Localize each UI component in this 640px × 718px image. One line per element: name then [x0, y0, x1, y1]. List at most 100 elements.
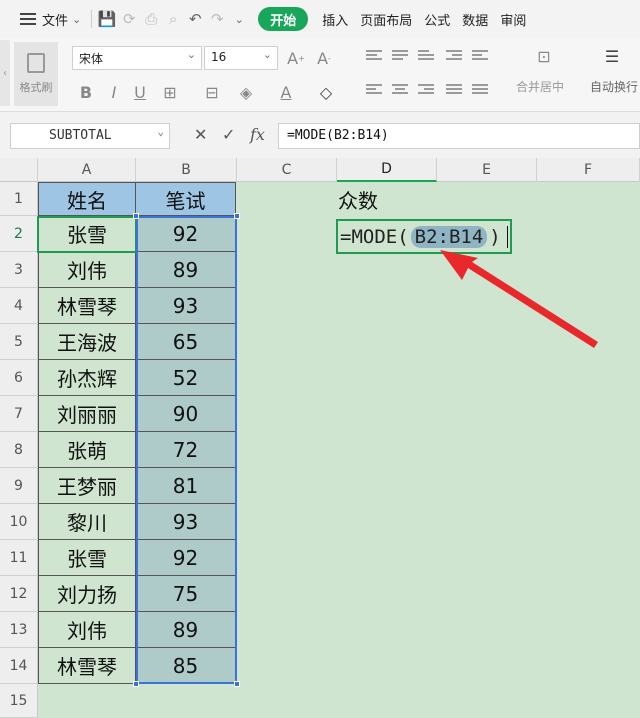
font-color-icon[interactable]: A — [274, 80, 298, 104]
cloud-icon[interactable]: ⟳ — [118, 8, 140, 30]
tab-page-layout[interactable]: 页面布局 — [354, 6, 418, 32]
cell-b1[interactable]: 笔试 — [136, 182, 236, 216]
wrap-text-label[interactable]: 自动换行 — [590, 78, 638, 95]
merge-center-label[interactable]: 合并居中 — [516, 78, 564, 95]
row-header[interactable]: 4 — [0, 288, 38, 324]
row-header[interactable]: 10 — [0, 504, 38, 540]
column-header-d[interactable]: D — [337, 158, 437, 182]
formula-input[interactable]: =MODE(B2:B14) — [278, 123, 640, 149]
column-header-b[interactable]: B — [136, 158, 237, 182]
align-center-icon[interactable] — [392, 84, 408, 98]
cell-d1[interactable]: 众数 — [338, 185, 378, 214]
table-cell-score[interactable]: 93 — [136, 288, 236, 324]
cell-d2-editor[interactable]: =MODE( B2:B14 ) — [336, 219, 512, 254]
column-header-c[interactable]: C — [237, 158, 337, 182]
table-cell-score[interactable]: 85 — [136, 648, 236, 684]
align-top-icon[interactable] — [366, 50, 382, 64]
fill-color-icon[interactable]: ◈ — [234, 80, 258, 104]
row-header[interactable]: 2 — [0, 216, 38, 252]
enter-icon[interactable]: ✓ — [222, 125, 235, 144]
table-cell-score[interactable]: 92 — [136, 216, 236, 252]
font-family-select[interactable]: 宋体 — [72, 46, 202, 70]
align-bottom-icon[interactable] — [418, 50, 434, 64]
row-header[interactable]: 1 — [0, 182, 38, 216]
table-cell-name[interactable]: 林雪琴 — [38, 288, 136, 324]
row-header[interactable]: 15 — [0, 684, 38, 718]
decrease-font-icon[interactable]: A- — [312, 46, 336, 70]
align-left-icon[interactable] — [366, 84, 382, 98]
row-header[interactable]: 12 — [0, 576, 38, 612]
table-cell-score[interactable]: 93 — [136, 504, 236, 540]
wrap-text-icon[interactable]: ☰ — [600, 44, 624, 68]
function-icon[interactable]: fx — [250, 125, 265, 144]
table-cell-name[interactable]: 张萌 — [38, 432, 136, 468]
column-header-a[interactable]: A — [38, 158, 136, 182]
name-box[interactable]: SUBTOTAL — [10, 123, 170, 149]
table-cell-score[interactable]: 89 — [136, 252, 236, 288]
row-header[interactable]: 9 — [0, 468, 38, 504]
file-menu[interactable]: 文件 ⌄ — [14, 6, 87, 32]
table-cell-score[interactable]: 75 — [136, 576, 236, 612]
format-painter-button[interactable]: 格式刷 — [14, 42, 58, 106]
clear-format-icon[interactable]: ◇ — [314, 80, 338, 104]
selection-handle[interactable] — [133, 681, 139, 687]
justify-icon[interactable] — [446, 84, 462, 98]
row-header[interactable]: 8 — [0, 432, 38, 468]
row-header[interactable]: 5 — [0, 324, 38, 360]
outdent-icon[interactable] — [472, 50, 488, 64]
select-all-corner[interactable] — [0, 158, 38, 182]
row-header[interactable]: 13 — [0, 612, 38, 648]
print-icon[interactable]: ⎙ — [140, 8, 162, 30]
distribute-icon[interactable] — [472, 84, 488, 98]
table-cell-name[interactable]: 张雪 — [38, 540, 136, 576]
font-size-select[interactable]: 16 — [204, 46, 278, 70]
tab-formulas[interactable]: 公式 — [418, 6, 456, 32]
column-header-f[interactable]: F — [537, 158, 640, 182]
border-icon[interactable]: ⊞ — [158, 80, 182, 104]
table-cell-score[interactable]: 81 — [136, 468, 236, 504]
align-middle-icon[interactable] — [392, 50, 408, 64]
preview-icon[interactable]: ⌕ — [162, 8, 184, 30]
table-cell-name[interactable]: 刘伟 — [38, 612, 136, 648]
save-icon[interactable]: 💾 — [96, 8, 118, 30]
table-cell-name[interactable]: 林雪琴 — [38, 648, 136, 684]
table-cell-name[interactable]: 孙杰辉 — [38, 360, 136, 396]
column-header-e[interactable]: E — [437, 158, 537, 182]
redo-icon[interactable]: ↷ — [206, 8, 228, 30]
ribbon-scroll-left[interactable]: ‹ — [0, 40, 10, 106]
table-cell-name[interactable]: 刘力扬 — [38, 576, 136, 612]
italic-icon[interactable]: I — [102, 80, 126, 104]
row-header[interactable]: 7 — [0, 396, 38, 432]
row-header[interactable]: 11 — [0, 540, 38, 576]
underline-icon[interactable]: U — [128, 80, 152, 104]
table-cell-name[interactable]: 黎川 — [38, 504, 136, 540]
table-cell-name[interactable]: 刘丽丽 — [38, 396, 136, 432]
selection-handle[interactable] — [234, 681, 240, 687]
align-right-icon[interactable] — [418, 84, 434, 98]
table-cell-name[interactable]: 王海波 — [38, 324, 136, 360]
tab-review[interactable]: 审阅 — [494, 6, 532, 32]
merge-center-icon[interactable]: ⊡ — [530, 44, 558, 68]
cancel-icon[interactable]: ✕ — [194, 125, 207, 144]
tab-home[interactable]: 开始 — [258, 7, 309, 31]
table-cell-score[interactable]: 90 — [136, 396, 236, 432]
row-header[interactable]: 14 — [0, 648, 38, 684]
table-cell-score[interactable]: 89 — [136, 612, 236, 648]
customize-icon[interactable]: ⌄ — [228, 8, 250, 30]
table-cell-name[interactable]: 王梦丽 — [38, 468, 136, 504]
indent-icon[interactable] — [446, 50, 462, 64]
table-cell-score[interactable]: 92 — [136, 540, 236, 576]
table-cell-score[interactable]: 65 — [136, 324, 236, 360]
row-header[interactable]: 6 — [0, 360, 38, 396]
bold-icon[interactable]: B — [74, 80, 98, 104]
undo-icon[interactable]: ↶ — [184, 8, 206, 30]
cell-a1[interactable]: 姓名 — [38, 182, 136, 216]
selection-handle[interactable] — [133, 213, 139, 219]
tab-data[interactable]: 数据 — [456, 6, 494, 32]
table-cell-score[interactable]: 72 — [136, 432, 236, 468]
table-cell-name[interactable]: 刘伟 — [38, 252, 136, 288]
row-header[interactable]: 3 — [0, 252, 38, 288]
table-cell-score[interactable]: 52 — [136, 360, 236, 396]
increase-font-icon[interactable]: A + — [284, 46, 308, 70]
tab-insert[interactable]: 插入 — [316, 6, 354, 32]
